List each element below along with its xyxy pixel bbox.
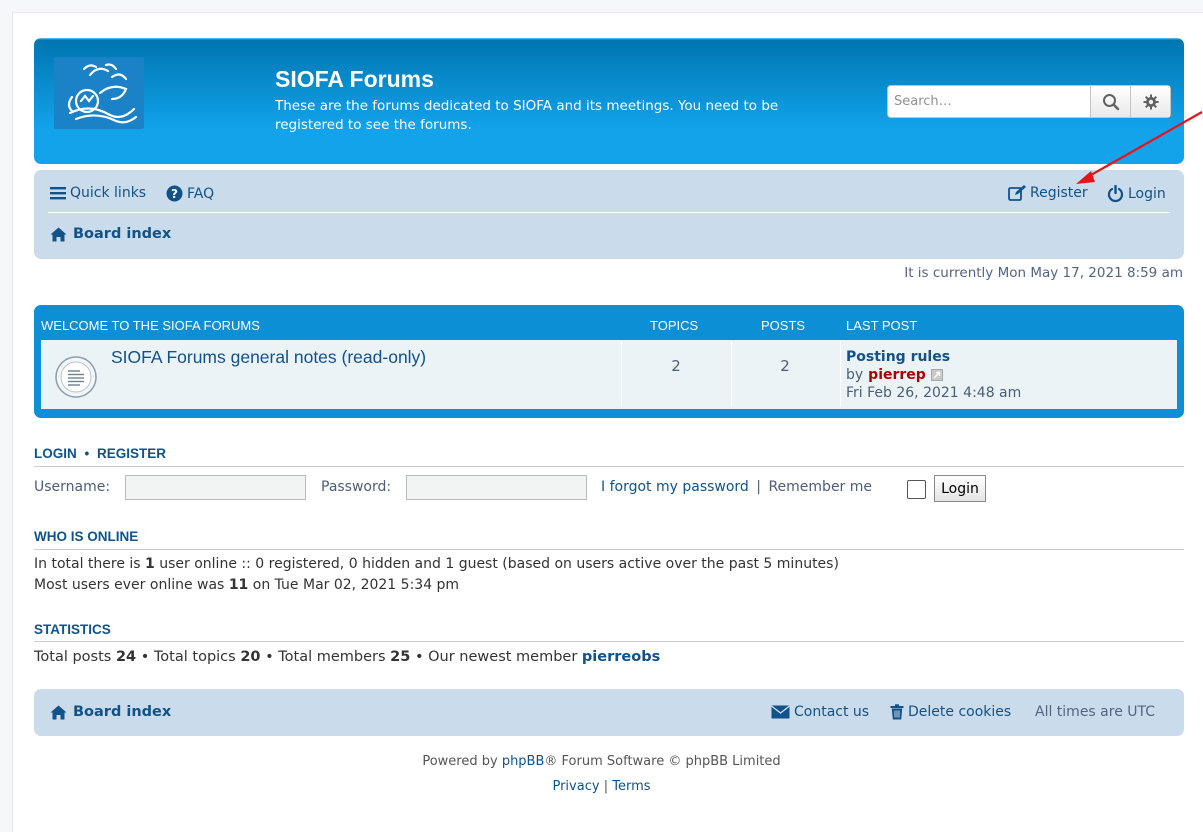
search-icon [1102, 93, 1119, 110]
forum-table-header-topics: TOPICS [650, 318, 699, 333]
footer-breadcrumb-label: Board index [73, 704, 172, 720]
username-field[interactable] [125, 475, 306, 500]
bars-icon [50, 187, 66, 200]
faq-link[interactable]: ? FAQ [166, 185, 214, 202]
who-is-online-heading[interactable]: WHO IS ONLINE [34, 529, 138, 544]
contact-us-label: Contact us [794, 704, 870, 720]
forum-posts-count: 2 [780, 357, 790, 375]
login-register-heading: LOGIN • REGISTER [34, 446, 166, 461]
cell-divider [621, 342, 622, 407]
last-post-author: by pierrep [846, 367, 943, 383]
gear-icon [1143, 94, 1159, 109]
section-divider [34, 641, 1184, 642]
forum-table-header-last-post: LAST POST [846, 318, 918, 333]
register-heading-link[interactable]: REGISTER [97, 446, 166, 461]
logo-icon[interactable] [54, 57, 144, 129]
view-latest-post-icon[interactable] [930, 369, 943, 381]
navbar-divider [48, 212, 1170, 213]
password-field[interactable] [406, 475, 587, 500]
password-label: Password: [321, 479, 392, 495]
navbar [34, 170, 1184, 259]
svg-text:?: ? [171, 187, 178, 201]
powered-by: Powered by phpBB® Forum Software © phpBB… [422, 754, 781, 769]
delete-cookies-label: Delete cookies [908, 704, 1012, 720]
forum-table-header-section: WELCOME TO THE SIOFA FORUMS [41, 318, 260, 333]
phpbb-link[interactable]: phpBB [502, 754, 545, 769]
forum-topics-count: 2 [671, 357, 681, 375]
home-icon [50, 227, 67, 241]
remember-me-checkbox[interactable] [907, 480, 926, 499]
heading-separator: • [84, 446, 90, 461]
statistics-line: Total posts 24 • Total topics 20 • Total… [34, 649, 661, 665]
last-post-user-link[interactable]: pierrep [868, 367, 926, 383]
section-divider [34, 549, 1184, 550]
search-input[interactable] [888, 86, 1091, 117]
newest-member-link[interactable]: pierreobs [582, 649, 660, 665]
login-submit-button[interactable]: Login [934, 475, 986, 502]
question-icon: ? [166, 185, 183, 202]
quick-links-label: Quick links [70, 185, 147, 201]
timezone-note: All times are UTC [1035, 704, 1156, 720]
remember-me-label: Remember me [768, 479, 873, 495]
quick-links-menu[interactable]: Quick links [50, 185, 146, 201]
contact-us-link[interactable]: Contact us [771, 704, 869, 720]
terms-link[interactable]: Terms [612, 779, 650, 794]
cell-divider [840, 342, 841, 407]
login-heading-link[interactable]: LOGIN [34, 446, 77, 461]
delete-cookies-link[interactable]: Delete cookies [890, 704, 1011, 720]
envelope-icon [771, 705, 790, 719]
forgot-password-link[interactable]: I forgot my password [601, 479, 749, 495]
trash-icon [890, 704, 904, 720]
forum-table-header-posts: POSTS [761, 318, 806, 333]
online-record: Most users ever online was 11 on Tue Mar… [34, 577, 460, 593]
last-post-date: Fri Feb 26, 2021 4:48 am [846, 385, 1022, 401]
footer-links: Privacy | Terms [552, 779, 651, 794]
cell-divider [731, 342, 732, 407]
faq-label: FAQ [187, 185, 215, 202]
forum-read-icon [54, 355, 98, 399]
last-post-title-link[interactable]: Posting rules [846, 349, 950, 365]
forum-title-link[interactable]: SIOFA Forums general notes (read-only) [111, 347, 426, 368]
login-extras: I forgot my password | Remember me [601, 479, 872, 495]
footer-breadcrumb[interactable]: Board index [50, 704, 171, 720]
footer-navbar [34, 689, 1184, 736]
username-label: Username: [34, 479, 111, 495]
edit-icon [1008, 185, 1026, 201]
breadcrumb[interactable]: Board index [50, 226, 171, 242]
pipe-separator: | [756, 479, 761, 495]
section-divider [34, 466, 1184, 467]
privacy-link[interactable]: Privacy [552, 779, 599, 794]
home-icon [50, 705, 67, 719]
online-summary: In total there is 1 user online :: 0 reg… [34, 556, 839, 572]
last-post-by-label: by [846, 367, 864, 383]
annotation-arrow [1076, 111, 1203, 184]
breadcrumb-label: Board index [73, 226, 172, 242]
statistics-heading: STATISTICS [34, 622, 111, 637]
current-datetime: It is currently Mon May 17, 2021 8:59 am [904, 265, 1183, 281]
site-title[interactable]: SIOFA Forums [275, 66, 434, 93]
site-description: These are the forums dedicated to SIOFA … [275, 98, 779, 133]
